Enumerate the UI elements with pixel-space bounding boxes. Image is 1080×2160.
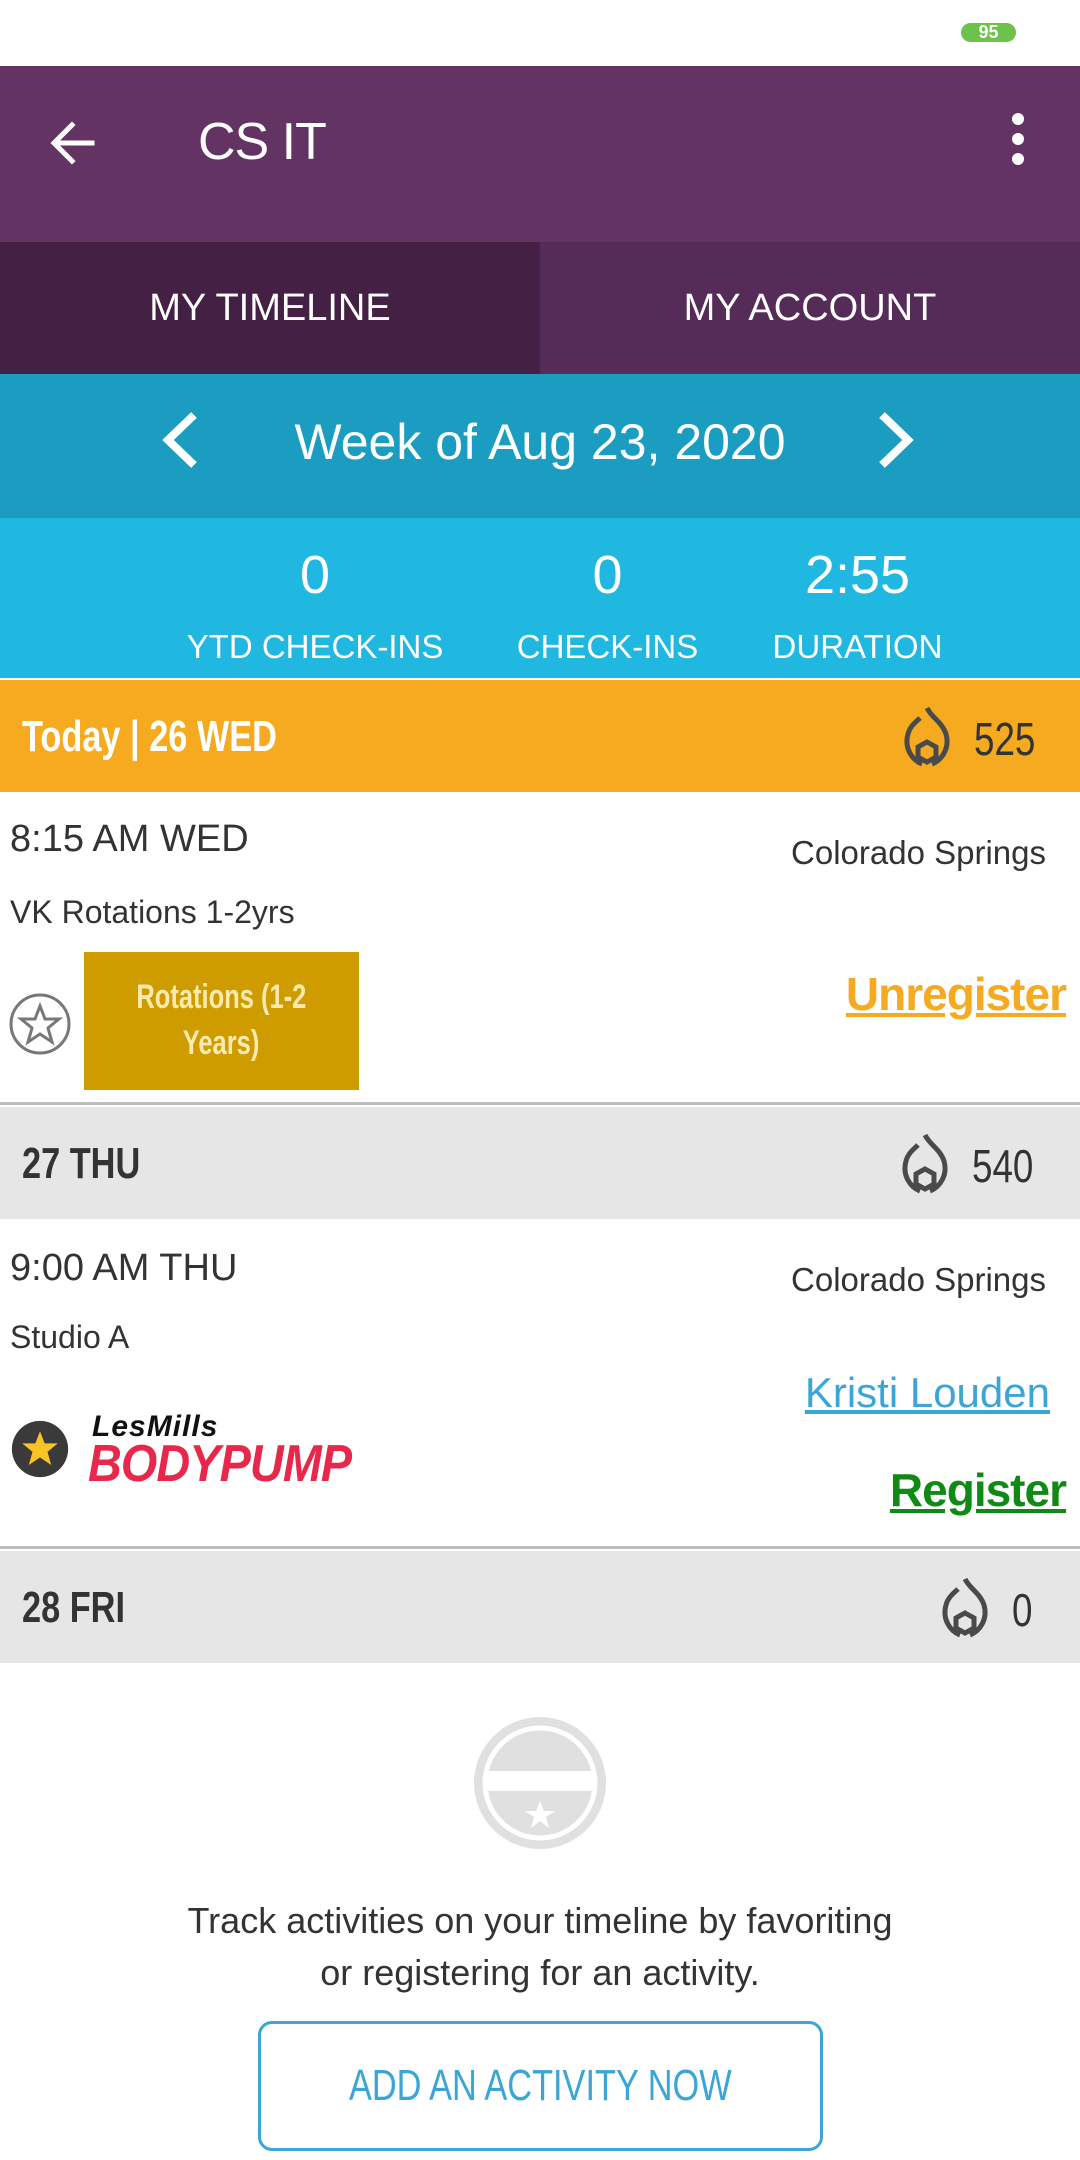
arrow-left-icon — [50, 121, 95, 165]
calories-value: 0 — [1012, 1584, 1033, 1636]
stat-value: 0 — [299, 545, 331, 605]
day-header: 28 FRI 0 — [0, 1551, 1080, 1663]
activity-location: Colorado Springs — [791, 1261, 1046, 1298]
day-label: 27 THU — [22, 1139, 141, 1188]
tab-bar: MY TIMELINE MY ACCOUNT — [0, 242, 1080, 374]
day-label: Today | 26 WED — [22, 712, 277, 761]
empty-state-message: Track activities on your timeline by fav… — [187, 1900, 893, 1993]
stat-label: CHECK-INS — [516, 628, 699, 665]
activity-thumbnail: Rotations (1-2 Years) — [84, 952, 359, 1090]
stats-bar: 0 YTD CHECK-INS 0 CHECK-INS 2:55 DURATIO… — [0, 518, 1080, 678]
activity-logo-title: BODYPUMP — [88, 1435, 352, 1493]
tab-my-account[interactable]: MY ACCOUNT — [540, 242, 1080, 374]
calories-value: 525 — [974, 713, 1036, 765]
flame-calories-icon — [902, 1133, 948, 1194]
add-activity-button[interactable]: ADD AN ACTIVITY NOW — [258, 2021, 823, 2151]
more-vertical-icon — [1012, 113, 1024, 125]
tab-my-timeline[interactable]: MY TIMELINE — [0, 242, 540, 374]
activity-room: VK Rotations 1-2yrs — [10, 894, 295, 930]
unregister-link[interactable]: Unregister — [846, 967, 1067, 1021]
battery-indicator: 95 — [961, 23, 1016, 42]
activity-location: Colorado Springs — [791, 834, 1046, 871]
app-bar — [0, 66, 1080, 242]
timeline-badge-icon — [474, 1717, 606, 1849]
day-header-today: Today | 26 WED 525 — [0, 680, 1080, 792]
flame-calories-icon — [942, 1577, 988, 1638]
stat-checkins: 0 CHECK-INS — [500, 548, 715, 666]
back-button[interactable] — [42, 110, 108, 176]
flame-calories-icon — [904, 706, 950, 767]
calories-value: 540 — [972, 1140, 1034, 1192]
stat-label: DURATION — [772, 628, 943, 665]
day-label: 28 FRI — [22, 1583, 125, 1632]
stat-value: 0 — [592, 545, 623, 605]
activity-time: 9:00 AM THU — [10, 1247, 238, 1289]
next-week-button[interactable] — [866, 405, 926, 475]
stat-duration: 2:55 DURATION — [760, 548, 955, 666]
page-title: CS IT — [198, 113, 327, 171]
register-link[interactable]: Register — [890, 1463, 1067, 1517]
activity-room: Studio A — [10, 1319, 130, 1355]
day-header: 27 THU 540 — [0, 1107, 1080, 1219]
activity-time: 8:15 AM WED — [10, 818, 249, 860]
status-bar: 95 — [0, 0, 1080, 66]
star-outline-icon[interactable] — [8, 992, 72, 1056]
chevron-right-icon — [879, 412, 914, 468]
divider — [0, 1546, 1080, 1549]
star-filled-icon[interactable] — [10, 1419, 70, 1479]
stat-label: YTD CHECK-INS — [186, 628, 444, 665]
divider — [0, 1102, 1080, 1105]
instructor-link[interactable]: Kristi Louden — [805, 1369, 1050, 1417]
more-options-button[interactable] — [1000, 113, 1036, 173]
stat-ytd-checkins: 0 YTD CHECK-INS — [180, 548, 450, 666]
stat-value: 2:55 — [804, 545, 911, 605]
activity-card[interactable]: 8:15 AM WED Colorado Springs VK Rotation… — [0, 792, 1080, 1102]
activity-card[interactable]: 9:00 AM THU Colorado Springs Studio A Kr… — [0, 1219, 1080, 1546]
